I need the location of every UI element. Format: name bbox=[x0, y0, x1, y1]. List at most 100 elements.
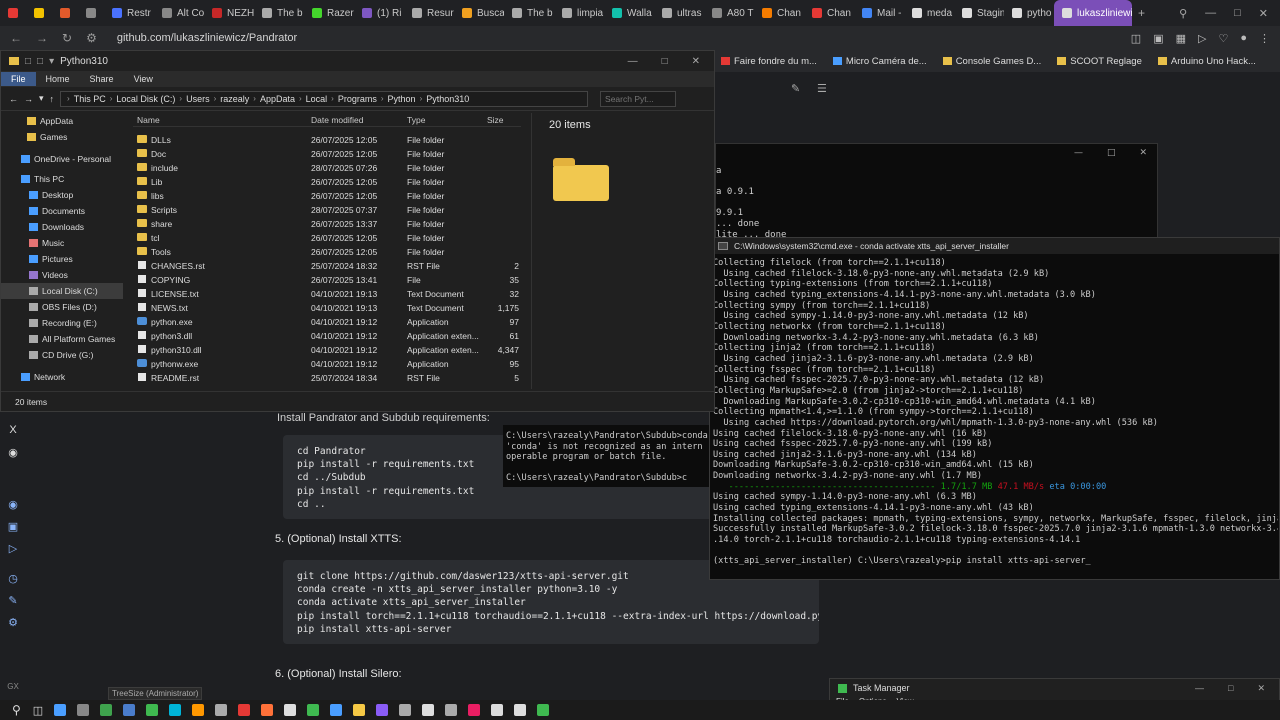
bookmark-item[interactable]: Faire fondre du m... bbox=[721, 56, 817, 67]
forward-icon[interactable]: → bbox=[36, 31, 48, 45]
browser-tab[interactable]: Stagin bbox=[954, 0, 1004, 26]
browser-tab[interactable]: Walla bbox=[604, 0, 654, 26]
taskbar-app-icon[interactable] bbox=[192, 704, 205, 716]
close-icon[interactable]: ✕ bbox=[1257, 683, 1265, 694]
chevron-right-icon[interactable]: › bbox=[331, 94, 334, 103]
nav-item[interactable]: Recording (E:) bbox=[1, 315, 123, 331]
breadcrumb-item[interactable]: Users bbox=[186, 94, 210, 104]
file-row[interactable]: include 28/07/2025 07:26 File folder bbox=[133, 161, 521, 175]
browser-tab[interactable] bbox=[0, 0, 26, 26]
ribbon-tab[interactable]: Home bbox=[36, 72, 80, 86]
taskbar-app-icon[interactable] bbox=[537, 704, 550, 716]
ribbon-tab[interactable]: File bbox=[1, 72, 36, 86]
browser-tab[interactable]: Chan bbox=[804, 0, 854, 26]
up-icon[interactable]: ↑ bbox=[50, 94, 55, 104]
play-icon[interactable]: ▷ bbox=[1198, 32, 1206, 45]
browser-tab[interactable]: Busca bbox=[454, 0, 504, 26]
nav-item[interactable]: Local Disk (C:) bbox=[1, 283, 123, 299]
breadcrumb-item[interactable]: AppData bbox=[260, 94, 295, 104]
gx-icon[interactable]: GX bbox=[6, 682, 20, 696]
ribbon-tab[interactable]: View bbox=[124, 72, 163, 86]
file-row[interactable]: pythonw.exe 04/10/2021 19:12 Application 95 bbox=[133, 357, 521, 371]
file-row[interactable]: COPYING 26/07/2025 13:41 File 35 bbox=[133, 273, 521, 287]
sidebar-icon-1[interactable]: ◉ bbox=[6, 498, 20, 512]
browser-tab[interactable]: lukaszliniewic bbox=[1054, 0, 1132, 26]
taskbar-app-icon[interactable] bbox=[100, 704, 113, 716]
taskbar-app-icon[interactable] bbox=[399, 704, 412, 716]
breadcrumb-item[interactable]: This PC bbox=[74, 94, 106, 104]
menu-icon[interactable]: ⋮ bbox=[1259, 32, 1270, 45]
breadcrumb[interactable]: › This PC › Local Disk (C:) › Users › razealy › A… bbox=[60, 90, 589, 107]
column-date[interactable]: Date modified bbox=[311, 115, 363, 125]
taskbar-app-icon[interactable] bbox=[54, 704, 67, 716]
browser-tab[interactable]: The b bbox=[254, 0, 304, 26]
cmd-window[interactable]: C:\Windows\system32\cmd.exe - conda acti… bbox=[709, 237, 1280, 580]
browser-tab[interactable]: Mail - bbox=[854, 0, 904, 26]
taskbar-app-icon[interactable] bbox=[238, 704, 251, 716]
taskbar-app-icon[interactable] bbox=[169, 704, 182, 716]
browser-tab[interactable]: A80 T bbox=[704, 0, 754, 26]
search-input[interactable] bbox=[600, 90, 677, 107]
file-row[interactable]: LICENSE.txt 04/10/2021 19:13 Text Document… bbox=[133, 287, 521, 301]
file-row[interactable]: python310.dll 04/10/2021 19:12 Application… bbox=[133, 343, 521, 357]
browser-tab[interactable]: The b bbox=[504, 0, 554, 26]
nav-item[interactable]: OBS Files (D:) bbox=[1, 299, 123, 315]
browser-tab[interactable]: NEZH bbox=[204, 0, 254, 26]
maximize-icon[interactable]: □ bbox=[1228, 683, 1233, 694]
browser-tab[interactable]: Restr bbox=[104, 0, 154, 26]
nav-item[interactable]: Downloads bbox=[1, 219, 123, 235]
browser-tab[interactable]: Alt Co bbox=[154, 0, 204, 26]
chevron-right-icon[interactable]: › bbox=[299, 94, 302, 103]
recent-icon[interactable]: ▾ bbox=[39, 93, 44, 104]
explorer-title-bar[interactable]: □ □ ▾ Python310 — □ ✕ bbox=[1, 51, 714, 71]
file-row[interactable]: NEWS.txt 04/10/2021 19:13 Text Document 1,1… bbox=[133, 301, 521, 315]
taskbar-app-icon[interactable] bbox=[307, 704, 320, 716]
maximize-icon[interactable]: □ bbox=[1234, 7, 1241, 20]
file-row[interactable]: Lib 26/07/2025 12:05 File folder bbox=[133, 175, 521, 189]
breadcrumb-item[interactable]: razealy bbox=[220, 94, 249, 104]
file-explorer-window[interactable]: □ □ ▾ Python310 — □ ✕ File Home Share View … bbox=[0, 50, 715, 412]
nav-item[interactable]: Videos bbox=[1, 267, 123, 283]
nav-item[interactable]: Network bbox=[1, 369, 123, 385]
browser-tab[interactable]: meda bbox=[904, 0, 954, 26]
chevron-right-icon[interactable]: › bbox=[214, 94, 217, 103]
file-row[interactable]: DLLs 26/07/2025 12:05 File folder bbox=[133, 133, 521, 147]
chevron-right-icon[interactable]: › bbox=[253, 94, 256, 103]
reader-icon[interactable]: ◫ bbox=[1131, 32, 1141, 45]
minimize-icon[interactable]: — bbox=[1205, 7, 1216, 20]
taskbar-app-icon[interactable] bbox=[514, 704, 527, 716]
taskbar-app-icon[interactable] bbox=[376, 704, 389, 716]
chevron-right-icon[interactable]: › bbox=[420, 94, 423, 103]
nav-item[interactable]: Desktop bbox=[1, 187, 123, 203]
profile-icon[interactable]: ● bbox=[1240, 32, 1247, 45]
file-row[interactable]: Tools 26/07/2025 12:05 File folder bbox=[133, 245, 521, 259]
nav-item[interactable]: CD Drive (G:) bbox=[1, 347, 123, 363]
file-row[interactable]: libs 26/07/2025 12:05 File folder bbox=[133, 189, 521, 203]
taskbar-app-icon[interactable] bbox=[422, 704, 435, 716]
nav-item[interactable]: All Platform Games bbox=[1, 331, 123, 347]
browser-tab[interactable]: ultras bbox=[654, 0, 704, 26]
file-row[interactable]: Doc 26/07/2025 12:05 File folder bbox=[133, 147, 521, 161]
minimize-icon[interactable]: — bbox=[628, 56, 638, 67]
nav-item[interactable]: Documents bbox=[1, 203, 123, 219]
nav-item[interactable]: Games bbox=[1, 129, 123, 145]
reload-icon[interactable]: ↻ bbox=[62, 31, 72, 45]
edit-icon[interactable]: ✎ bbox=[791, 82, 800, 95]
column-name[interactable]: Name bbox=[137, 115, 160, 125]
translate-icon[interactable]: ▣ bbox=[1153, 32, 1163, 45]
file-row[interactable]: python.exe 04/10/2021 19:12 Application 97 bbox=[133, 315, 521, 329]
column-type[interactable]: Type bbox=[407, 115, 425, 125]
browser-tab[interactable]: (1) Ri bbox=[354, 0, 404, 26]
close-icon[interactable]: ✕ bbox=[692, 56, 700, 67]
new-tab-button[interactable]: + bbox=[1138, 6, 1145, 20]
file-row[interactable]: CHANGES.rst 25/07/2024 18:32 RST File 2 bbox=[133, 259, 521, 273]
breadcrumb-item[interactable]: Python310 bbox=[426, 94, 469, 104]
heart-icon[interactable]: ♡ bbox=[1218, 32, 1228, 45]
taskbar-app-icon[interactable] bbox=[123, 704, 136, 716]
task-view-icon[interactable]: ◫ bbox=[33, 704, 43, 717]
browser-tab[interactable]: Chan bbox=[754, 0, 804, 26]
breadcrumb-item[interactable]: Python bbox=[388, 94, 416, 104]
file-row[interactable]: README.rst 25/07/2024 18:34 RST File 5 bbox=[133, 371, 521, 385]
breadcrumb-item[interactable]: Programs bbox=[338, 94, 377, 104]
taskbar-app-icon[interactable] bbox=[146, 704, 159, 716]
